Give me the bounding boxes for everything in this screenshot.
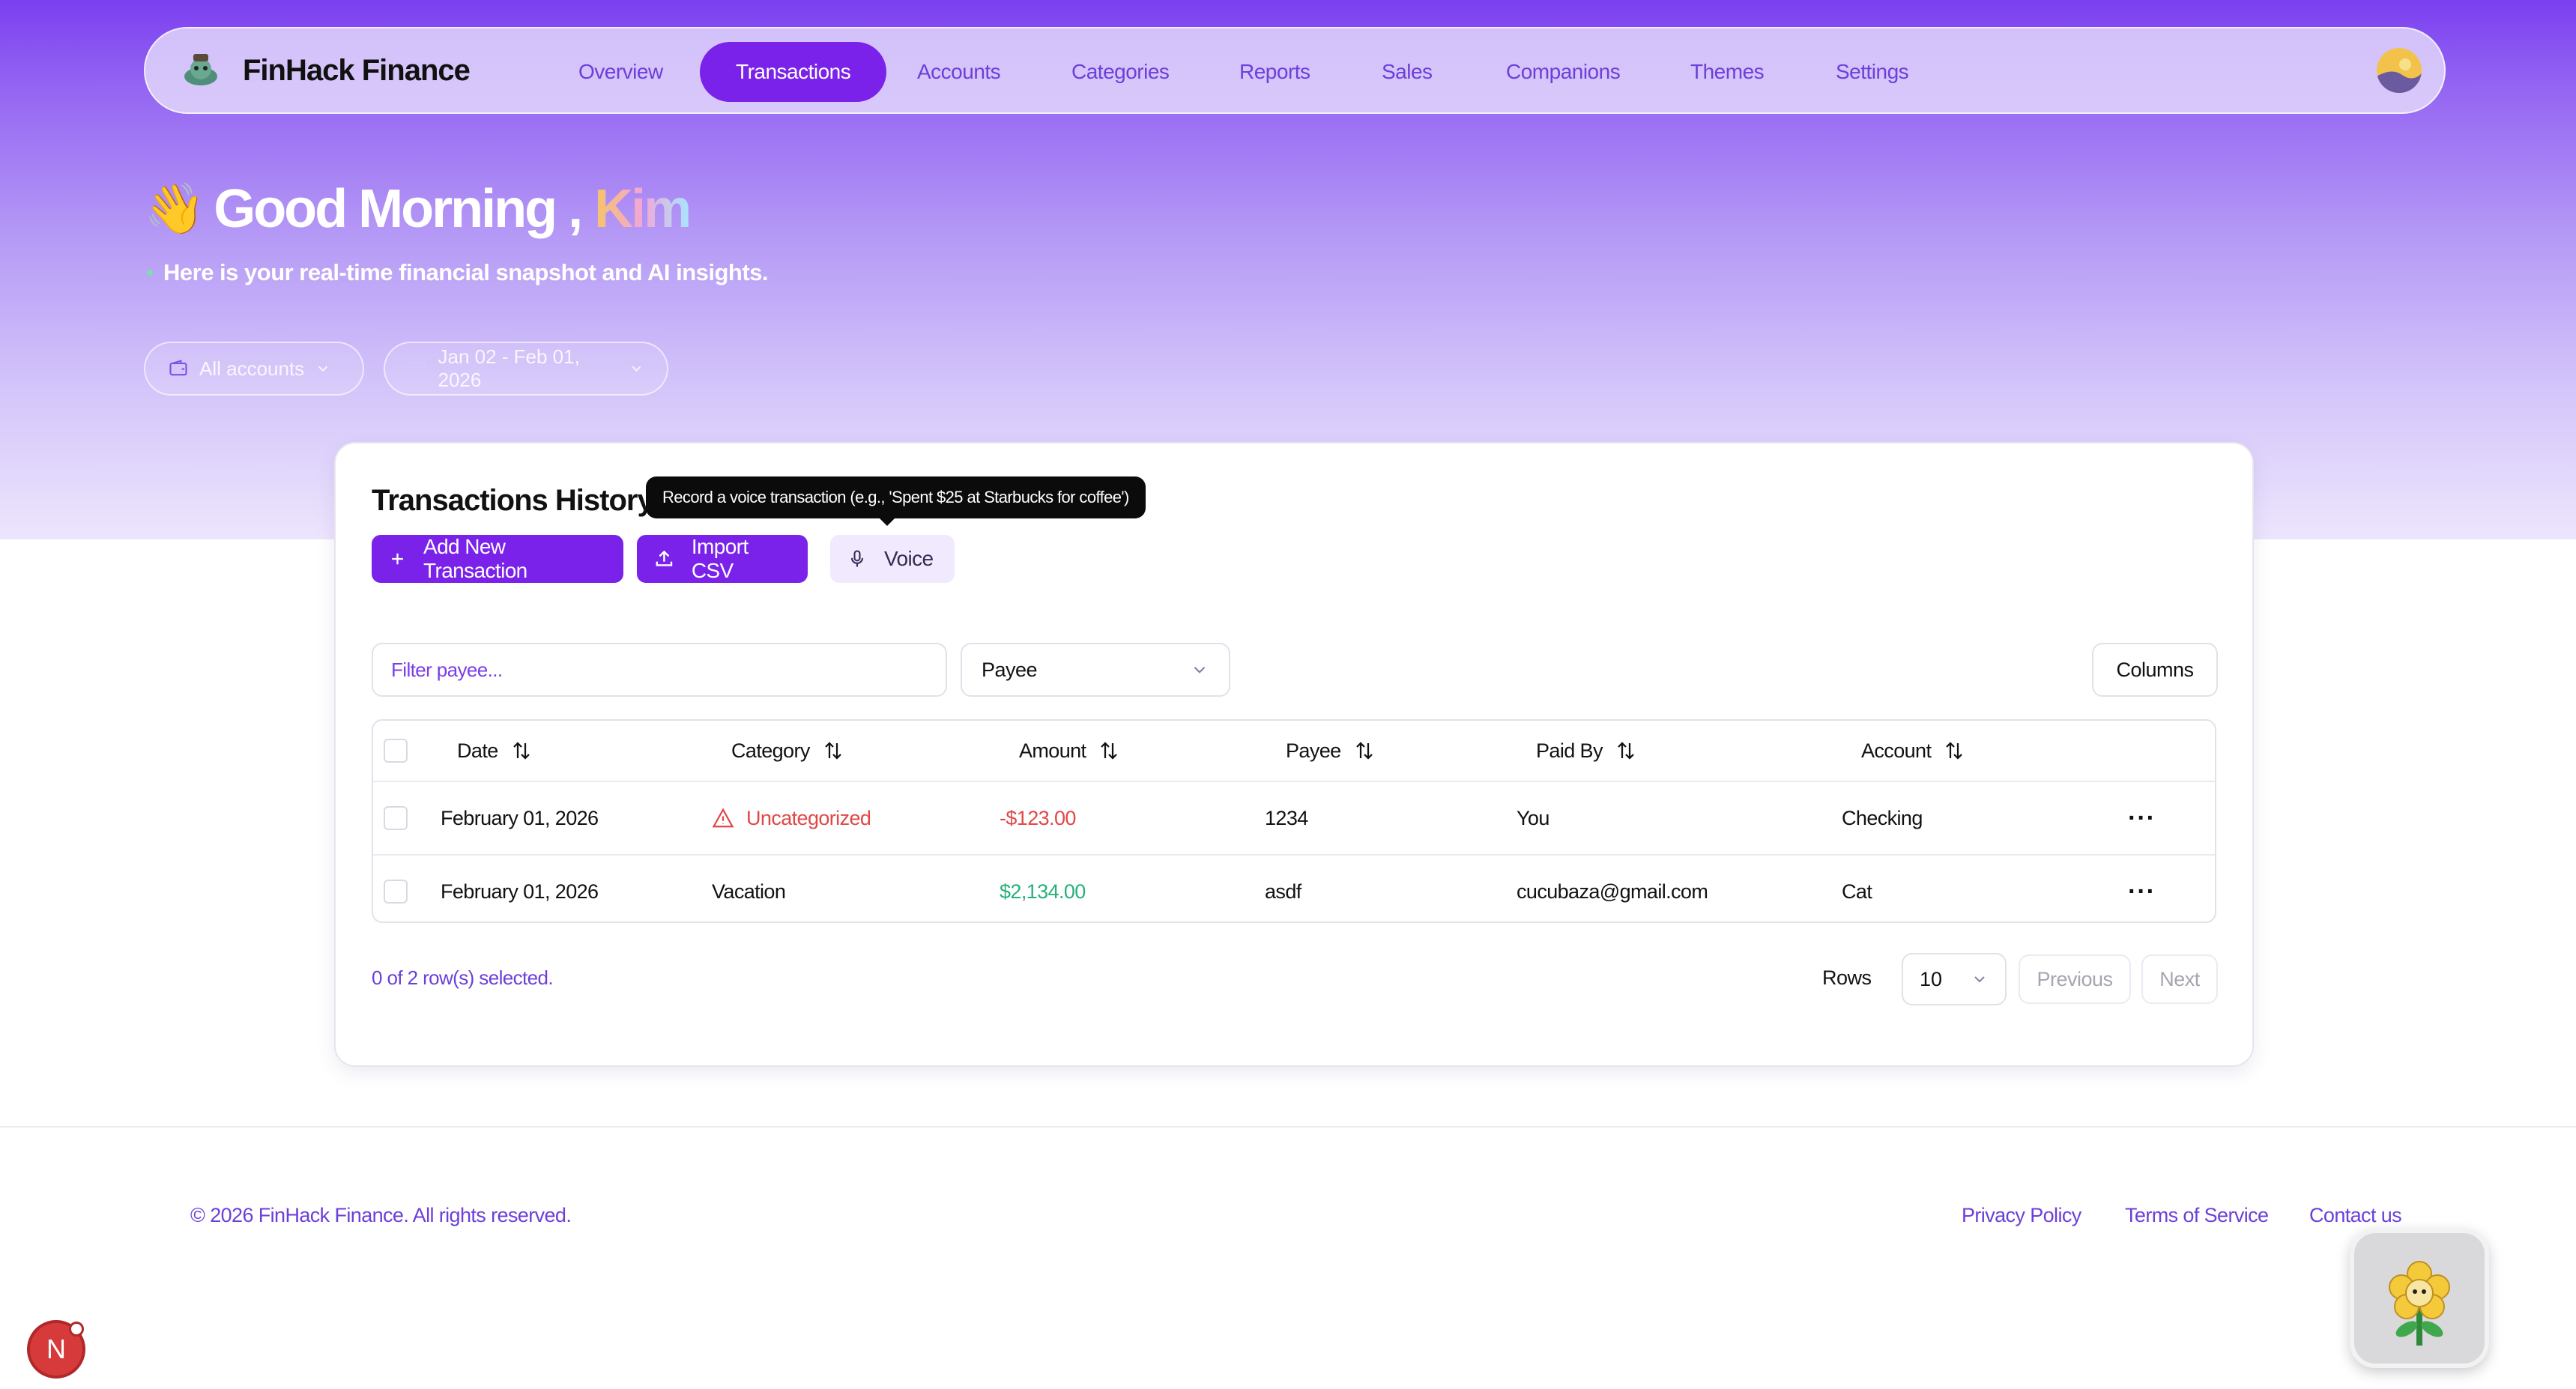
date-range-label: Jan 02 - Feb 01, 2026 xyxy=(438,345,580,391)
nav-reports[interactable]: Reports xyxy=(1239,42,1310,102)
date-range-picker[interactable]: Jan 02 - Feb 01, 2026 xyxy=(384,342,668,396)
microphone-icon xyxy=(850,550,864,567)
card-title: Transactions History xyxy=(372,484,654,517)
cell-account: Cat xyxy=(1842,880,1872,903)
table-row: February 01, 2026 Vacation $2,134.00 asd… xyxy=(373,854,2215,922)
wallet-icon xyxy=(169,360,187,376)
cell-amount: -$123.00 xyxy=(1000,806,1076,829)
companion-widget[interactable] xyxy=(2350,1229,2489,1368)
footer-copyright: © 2026 FinHack Finance. All rights reser… xyxy=(190,1204,572,1226)
add-transaction-button[interactable]: Add New Transaction xyxy=(372,535,623,583)
selection-status: 0 of 2 row(s) selected. xyxy=(372,966,554,989)
next-page-button[interactable]: Next xyxy=(2141,954,2218,1004)
footer-divider xyxy=(0,1126,2576,1128)
nav-categories[interactable]: Categories xyxy=(1071,42,1170,102)
cell-date: February 01, 2026 xyxy=(441,880,599,903)
rows-per-page-select[interactable]: 10 xyxy=(1902,953,2007,1005)
calendar-icon xyxy=(409,361,426,377)
nav-themes[interactable]: Themes xyxy=(1690,42,1765,102)
add-transaction-label: Add New Transaction xyxy=(423,535,527,582)
plus-icon xyxy=(392,553,403,565)
greeting-text: Good Morning , xyxy=(214,179,583,239)
sort-icon xyxy=(513,742,530,760)
status-dot-icon xyxy=(147,270,153,276)
filter-payee-input[interactable] xyxy=(372,643,947,697)
notification-dot-icon xyxy=(69,1322,84,1337)
privacy-policy-link[interactable]: Privacy Policy xyxy=(1962,1204,2081,1227)
category-label: Uncategorized xyxy=(746,806,871,829)
rows-per-page-value: 10 xyxy=(1920,967,1943,990)
header-paid-by[interactable]: Paid By xyxy=(1536,721,1637,781)
filter-column-value: Payee xyxy=(982,658,1038,681)
header-payee[interactable]: Payee xyxy=(1286,721,1376,781)
nav-transactions[interactable]: Transactions xyxy=(700,42,887,102)
cell-account: Checking xyxy=(1842,806,1923,829)
upload-icon xyxy=(656,550,673,566)
nav-overview[interactable]: Overview xyxy=(578,42,663,102)
cell-payee: asdf xyxy=(1265,880,1301,903)
header-account[interactable]: Account xyxy=(1861,721,1965,781)
chevron-down-icon xyxy=(632,366,641,372)
cell-payee: 1234 xyxy=(1265,806,1308,829)
top-navbar: FinHack Finance Overview Transactions Ac… xyxy=(144,27,2446,114)
tooltip-arrow xyxy=(878,517,896,526)
sort-icon xyxy=(1618,742,1634,760)
row-actions-icon[interactable]: ··· xyxy=(2128,856,2156,922)
brand-logo-icon xyxy=(184,54,217,85)
user-name: Kim xyxy=(594,179,692,239)
terms-of-service-link[interactable]: Terms of Service xyxy=(2125,1204,2269,1227)
brand-name[interactable]: FinHack Finance xyxy=(243,54,471,88)
chevron-down-icon xyxy=(1974,976,1985,983)
voice-tooltip: Record a voice transaction (e.g., 'Spent… xyxy=(646,476,1146,518)
chevron-down-icon xyxy=(318,366,328,372)
transactions-card: Transactions History Record a voice tran… xyxy=(334,442,2254,1067)
row-checkbox[interactable] xyxy=(384,880,408,904)
columns-button[interactable]: Columns xyxy=(2092,643,2218,697)
nav-companions[interactable]: Companions xyxy=(1506,42,1621,102)
accounts-filter-dropdown[interactable]: All accounts xyxy=(144,342,364,396)
voice-label: Voice xyxy=(884,547,934,570)
user-avatar[interactable] xyxy=(2377,48,2422,93)
row-checkbox[interactable] xyxy=(384,806,408,830)
chevron-down-icon xyxy=(1194,666,1206,674)
flower-companion-icon xyxy=(2389,1261,2450,1346)
previous-page-button[interactable]: Previous xyxy=(2019,954,2131,1004)
sort-icon xyxy=(824,742,841,760)
import-csv-button[interactable]: Import CSV xyxy=(637,535,808,583)
greeting-subtitle: Here is your real-time financial snapsho… xyxy=(147,259,769,286)
nav-settings[interactable]: Settings xyxy=(1836,42,1909,102)
sort-icon xyxy=(1101,742,1118,760)
import-csv-label: Import CSV xyxy=(691,535,749,582)
cell-date: February 01, 2026 xyxy=(441,806,599,829)
header-category[interactable]: Category xyxy=(731,721,844,781)
row-actions-icon[interactable]: ··· xyxy=(2128,782,2156,854)
header-amount[interactable]: Amount xyxy=(1019,721,1120,781)
cell-paid-by: cucubaza@gmail.com xyxy=(1517,880,1708,903)
sort-icon xyxy=(1946,742,1963,760)
wave-hand-icon: 👋 xyxy=(144,181,205,236)
nav-sales[interactable]: Sales xyxy=(1382,42,1433,102)
cell-category[interactable]: Vacation xyxy=(712,856,786,922)
voice-button[interactable]: Voice xyxy=(830,535,955,583)
table-row: February 01, 2026 Uncategorized -$123.00… xyxy=(373,781,2215,854)
table-header-row: Date Category Amount Payee Paid By Accou… xyxy=(373,721,2215,781)
sort-icon xyxy=(1355,742,1373,760)
cell-paid-by: You xyxy=(1517,806,1549,829)
header-date[interactable]: Date xyxy=(457,721,533,781)
transactions-table: Date Category Amount Payee Paid By Accou… xyxy=(372,719,2216,923)
select-all-checkbox[interactable] xyxy=(384,739,408,763)
greeting-heading: 👋 Good Morning , Kim xyxy=(144,178,692,240)
warning-icon xyxy=(712,808,734,828)
cell-amount: $2,134.00 xyxy=(1000,880,1086,903)
filter-column-select[interactable]: Payee xyxy=(961,643,1230,697)
rows-per-page-label: Rows xyxy=(1822,966,1872,989)
subtitle-text: Here is your real-time financial snapsho… xyxy=(163,259,769,285)
contact-us-link[interactable]: Contact us xyxy=(2309,1204,2402,1227)
nav-accounts[interactable]: Accounts xyxy=(917,42,1001,102)
accounts-filter-label: All accounts xyxy=(199,357,305,380)
cell-category[interactable]: Uncategorized xyxy=(712,782,871,854)
